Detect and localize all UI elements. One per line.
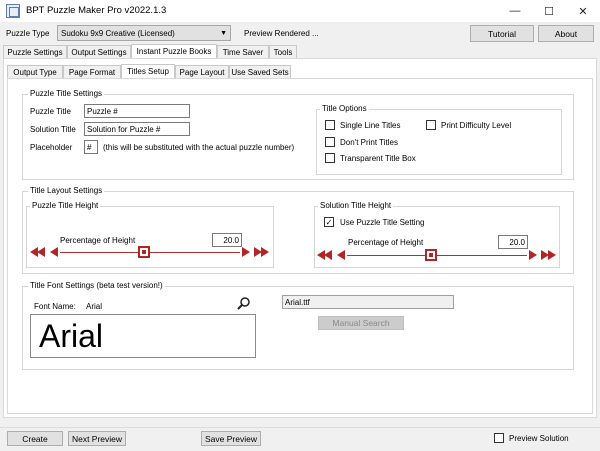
chevron-down-icon: ▼ — [220, 30, 227, 37]
title-layout-settings-legend: Title Layout Settings — [28, 186, 105, 195]
slider-track — [347, 255, 527, 256]
tab-instant-puzzle-books[interactable]: Instant Puzzle Books — [131, 44, 217, 58]
slider-thumb[interactable] — [425, 249, 437, 261]
search-icon[interactable] — [236, 296, 252, 312]
font-preview-box: Arial — [30, 314, 256, 358]
tab-page-layout[interactable]: Page Layout — [175, 65, 229, 78]
app-icon — [6, 4, 20, 18]
puzzle-title-input[interactable]: Puzzle # — [84, 104, 190, 118]
tab-titles-setup[interactable]: Titles Setup — [121, 64, 175, 78]
double-arrow-left-icon-part — [37, 247, 45, 257]
title-font-settings-legend: Title Font Settings (beta test version!) — [28, 281, 165, 290]
solution-title-label: Solution Title — [30, 125, 76, 134]
tab-time-saver[interactable]: Time Saver — [217, 45, 269, 58]
preview-solution-checkbox[interactable] — [494, 433, 504, 443]
minimize-button[interactable]: — — [498, 0, 532, 22]
arrow-right-icon[interactable] — [529, 250, 537, 260]
transparent-title-box-checkbox[interactable] — [325, 153, 335, 163]
print-difficulty-checkbox[interactable] — [426, 120, 436, 130]
maximize-button[interactable]: ☐ — [532, 0, 566, 22]
arrow-right-icon[interactable] — [242, 247, 250, 257]
placeholder-input[interactable]: # — [84, 140, 98, 154]
solution-percentage-label: Percentage of Height — [348, 238, 424, 247]
close-button[interactable]: ✕ — [566, 0, 600, 22]
title-bar: BPT Puzzle Maker Pro v2022.1.3 — ☐ ✕ — [0, 0, 600, 22]
placeholder-note: (this will be substituted with the actua… — [103, 143, 295, 152]
slider-thumb[interactable] — [138, 246, 150, 258]
tutorial-button[interactable]: Tutorial — [470, 25, 534, 42]
double-arrow-left-icon-part — [324, 250, 332, 260]
preview-solution-label: Preview Solution — [509, 434, 569, 443]
dont-print-titles-label: Don't Print Titles — [340, 138, 398, 147]
solution-height-slider[interactable] — [317, 249, 557, 261]
puzzle-title-height-legend: Puzzle Title Height — [30, 201, 101, 210]
print-difficulty-label: Print Difficulty Level — [441, 121, 512, 130]
arrow-left-icon[interactable] — [50, 247, 58, 257]
use-puzzle-title-setting-checkbox[interactable]: ✓ — [324, 217, 334, 227]
font-name-label: Font Name: — [34, 302, 76, 311]
window-title: BPT Puzzle Maker Pro v2022.1.3 — [26, 5, 167, 16]
placeholder-label: Placeholder — [30, 143, 73, 152]
double-arrow-right-icon-part — [261, 247, 269, 257]
use-puzzle-title-setting-label: Use Puzzle Title Setting — [340, 218, 425, 227]
arrow-left-icon[interactable] — [337, 250, 345, 260]
solution-title-height-legend: Solution Title Height — [318, 201, 394, 210]
single-line-titles-checkbox[interactable] — [325, 120, 335, 130]
transparent-title-box-label: Transparent Title Box — [340, 154, 416, 163]
tab-output-type[interactable]: Output Type — [7, 65, 63, 78]
solution-title-input[interactable]: Solution for Puzzle # — [84, 122, 190, 136]
dont-print-titles-checkbox[interactable] — [325, 137, 335, 147]
sub-tab-bar: Output Type Page Format Titles Setup Pag… — [7, 64, 593, 78]
puzzle-percentage-input[interactable]: 20.0 — [212, 233, 242, 247]
font-file-input[interactable]: Arial.ttf — [282, 295, 454, 309]
tab-puzzle-settings[interactable]: Puzzle Settings — [3, 45, 67, 58]
puzzle-title-settings-legend: Puzzle Title Settings — [28, 89, 105, 98]
puzzle-type-select[interactable]: Sudoku 9x9 Creative (Licensed) ▼ — [57, 25, 231, 41]
title-options-legend: Title Options — [320, 104, 369, 113]
about-button[interactable]: About — [538, 25, 594, 42]
status-text: Preview Rendered ... — [244, 29, 319, 38]
double-arrow-right-icon-part — [548, 250, 556, 260]
main-tab-bar: Puzzle Settings Output Settings Instant … — [3, 44, 597, 58]
next-preview-button[interactable]: Next Preview — [68, 431, 126, 446]
tab-output-settings[interactable]: Output Settings — [67, 45, 131, 58]
tab-page-format[interactable]: Page Format — [63, 65, 121, 78]
tab-use-saved-sets[interactable]: Use Saved Sets — [229, 65, 291, 78]
puzzle-type-label: Puzzle Type — [6, 29, 50, 38]
puzzle-title-label: Puzzle Title — [30, 107, 71, 116]
puzzle-percentage-label: Percentage of Height — [60, 236, 136, 245]
font-name-value: Arial — [86, 302, 103, 311]
single-line-titles-label: Single Line Titles — [340, 121, 401, 130]
puzzle-type-value: Sudoku 9x9 Creative (Licensed) — [61, 28, 175, 38]
slider-track — [60, 252, 240, 253]
puzzle-height-slider[interactable] — [30, 246, 270, 258]
tab-tools[interactable]: Tools — [269, 45, 297, 58]
solution-percentage-input[interactable]: 20.0 — [498, 235, 528, 249]
save-preview-button[interactable]: Save Preview — [201, 431, 261, 446]
create-button[interactable]: Create — [7, 431, 63, 446]
manual-search-button[interactable]: Manual Search — [318, 316, 404, 330]
